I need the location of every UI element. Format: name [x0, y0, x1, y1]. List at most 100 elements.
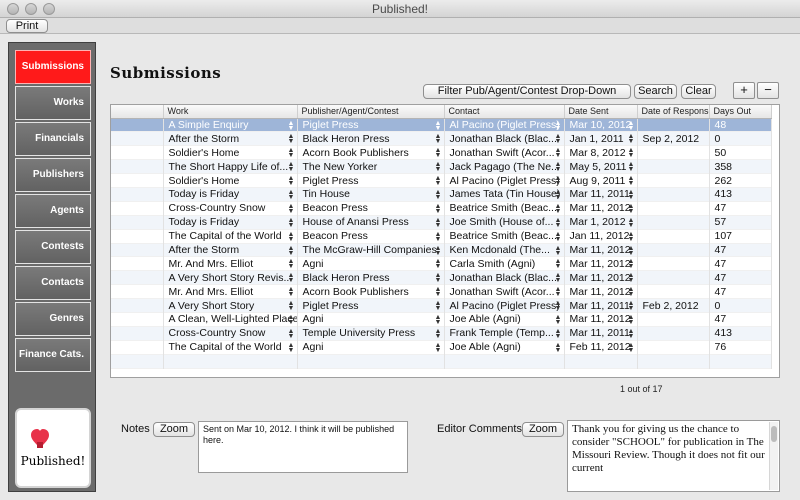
up-down-stepper-icon[interactable]: ▲ ▼ — [555, 217, 562, 229]
table-cell[interactable]: Cross-Country Snow ▲ ▼ — [163, 326, 298, 341]
up-down-stepper-icon[interactable]: ▲ ▼ — [435, 342, 442, 354]
table-row[interactable]: Cross-Country Snow ▲ ▼ Temple University Pr… — [111, 326, 772, 341]
table-cell[interactable]: 358 — [709, 159, 772, 174]
up-down-stepper-icon[interactable]: ▲ ▼ — [628, 147, 635, 159]
table-cell[interactable]: Aug 9, 2011 ▲ ▼ — [564, 173, 638, 188]
table-cell[interactable] — [637, 187, 710, 202]
up-down-stepper-icon[interactable]: ▲ ▼ — [435, 231, 442, 243]
table-cell[interactable]: Jan 1, 2011 ▲ ▼ — [564, 131, 638, 146]
table-cell[interactable] — [637, 145, 710, 160]
sidebar-item-publishers[interactable]: Publishers — [15, 158, 91, 192]
up-down-stepper-icon[interactable]: ▲ ▼ — [555, 286, 562, 298]
table-cell[interactable]: 48 — [709, 118, 772, 132]
up-down-stepper-icon[interactable]: ▲ ▼ — [555, 189, 562, 201]
table-cell[interactable]: 262 — [709, 173, 772, 188]
table-row[interactable]: Soldier's Home ▲ ▼ Acorn Book Publishers ▲ ▼ J… — [111, 145, 772, 160]
up-down-stepper-icon[interactable]: ▲ ▼ — [288, 217, 295, 229]
sidebar-item-finance-cats[interactable]: Finance Cats. — [15, 338, 91, 372]
up-down-stepper-icon[interactable]: ▲ ▼ — [555, 272, 562, 284]
table-row[interactable]: After the Storm ▲ ▼ The McGraw-Hill Compani… — [111, 243, 772, 257]
table-cell[interactable]: Black Heron Press ▲ ▼ — [297, 270, 445, 285]
clear-button[interactable]: Clear — [681, 84, 716, 99]
table-cell[interactable]: 47 — [709, 256, 772, 271]
table-cell[interactable]: Feb 11, 2012 ▲ ▼ — [564, 340, 638, 355]
table-row[interactable]: The Capital of the World ▲ ▼ Agni ▲ ▼ Joe Able… — [111, 340, 772, 355]
table-cell[interactable] — [637, 159, 710, 174]
table-row[interactable]: A Simple Enquiry ▲ ▼ Piglet Press ▲ ▼ Al Pacin… — [111, 118, 772, 132]
table-cell[interactable]: 47 — [709, 201, 772, 216]
up-down-stepper-icon[interactable]: ▲ ▼ — [628, 286, 635, 298]
up-down-stepper-icon[interactable]: ▲ ▼ — [555, 245, 562, 257]
up-down-stepper-icon[interactable]: ▲ ▼ — [288, 245, 295, 257]
column-header-contact[interactable]: Contact — [444, 105, 565, 119]
table-row[interactable]: A Clean, Well-Lighted Place ▲ ▼ Agni ▲ ▼ Joe A… — [111, 312, 772, 327]
table-cell[interactable]: James Tata (Tin House) ▲ ▼ — [444, 187, 565, 202]
up-down-stepper-icon[interactable]: ▲ ▼ — [555, 342, 562, 354]
table-cell[interactable] — [637, 326, 710, 341]
table-cell[interactable]: Temple University Press ▲ ▼ — [297, 326, 445, 341]
up-down-stepper-icon[interactable]: ▲ ▼ — [628, 342, 635, 354]
table-cell[interactable]: Al Pacino (Piglet Press) ▲ ▼ — [444, 298, 565, 313]
table-cell[interactable]: The New Yorker ▲ ▼ — [297, 159, 445, 174]
column-header-publisher[interactable]: Publisher/Agent/Contest — [297, 105, 445, 119]
filter-dropdown-button[interactable]: Filter Pub/Agent/Contest Drop-Down — [423, 84, 631, 99]
table-cell[interactable]: Frank Temple (Temp... ▲ ▼ — [444, 326, 565, 341]
table-cell[interactable]: Piglet Press ▲ ▼ — [297, 173, 445, 188]
table-cell[interactable]: 0 — [709, 298, 772, 313]
remove-record-button[interactable]: − — [757, 82, 779, 99]
up-down-stepper-icon[interactable]: ▲ ▼ — [435, 258, 442, 270]
up-down-stepper-icon[interactable]: ▲ ▼ — [435, 203, 442, 215]
table-cell[interactable]: Mar 11, 2011 ▲ ▼ — [564, 187, 638, 202]
table-cell[interactable] — [637, 118, 710, 132]
table-cell[interactable]: A Simple Enquiry ▲ ▼ — [163, 118, 298, 132]
sidebar-item-agents[interactable]: Agents — [15, 194, 91, 228]
up-down-stepper-icon[interactable]: ▲ ▼ — [628, 258, 635, 270]
table-cell[interactable]: Acorn Book Publishers ▲ ▼ — [297, 284, 445, 299]
table-cell[interactable]: The McGraw-Hill Companies ▲ ▼ — [297, 243, 445, 257]
up-down-stepper-icon[interactable]: ▲ ▼ — [628, 245, 635, 257]
table-cell[interactable]: 47 — [709, 284, 772, 299]
table-row[interactable]: After the Storm ▲ ▼ Black Heron Press ▲ ▼ Jona… — [111, 131, 772, 146]
table-cell[interactable]: Al Pacino (Piglet Press) ▲ ▼ — [444, 173, 565, 188]
search-button[interactable]: Search — [634, 84, 677, 99]
table-cell[interactable]: A Very Short Story ▲ ▼ — [163, 298, 298, 313]
up-down-stepper-icon[interactable]: ▲ ▼ — [288, 314, 295, 326]
table-cell[interactable]: 50 — [709, 145, 772, 160]
table-cell[interactable]: 47 — [709, 312, 772, 327]
up-down-stepper-icon[interactable]: ▲ ▼ — [435, 217, 442, 229]
table-cell[interactable]: Beatrice Smith (Beac... ▲ ▼ — [444, 229, 565, 244]
table-cell[interactable]: Cross-Country Snow ▲ ▼ — [163, 201, 298, 216]
table-cell[interactable]: 47 — [709, 243, 772, 257]
notes-zoom-button[interactable]: Zoom — [153, 422, 195, 437]
up-down-stepper-icon[interactable]: ▲ ▼ — [628, 314, 635, 326]
sidebar-item-contests[interactable]: Contests — [15, 230, 91, 264]
sidebar-item-works[interactable]: Works — [15, 86, 91, 120]
up-down-stepper-icon[interactable]: ▲ ▼ — [435, 175, 442, 187]
table-cell[interactable]: The Capital of the World ▲ ▼ — [163, 229, 298, 244]
table-cell[interactable]: Black Heron Press ▲ ▼ — [297, 131, 445, 146]
table-cell[interactable]: Jonathan Black (Blac... ▲ ▼ — [444, 270, 565, 285]
table-row[interactable]: Today is Friday ▲ ▼ Tin House ▲ ▼ James Tata (… — [111, 187, 772, 202]
table-cell[interactable]: Agni ▲ ▼ — [297, 340, 445, 355]
table-cell[interactable]: Acorn Book Publishers ▲ ▼ — [297, 145, 445, 160]
up-down-stepper-icon[interactable]: ▲ ▼ — [288, 203, 295, 215]
table-cell[interactable]: Jonathan Swift (Acor... ▲ ▼ — [444, 284, 565, 299]
table-cell[interactable]: A Very Short Story Revis... ▲ ▼ — [163, 270, 298, 285]
table-cell[interactable]: May 5, 2011 ▲ ▼ — [564, 159, 638, 174]
table-cell[interactable]: Mar 11, 2012 ▲ ▼ — [564, 284, 638, 299]
table-cell[interactable]: Sep 2, 2012 — [637, 131, 710, 146]
up-down-stepper-icon[interactable]: ▲ ▼ — [288, 328, 295, 340]
table-row[interactable]: A Very Short Story Revis... ▲ ▼ Black Heron… — [111, 270, 772, 285]
submissions-table[interactable]: Work Publisher/Agent/Contest Contact Dat… — [110, 104, 780, 378]
table-row[interactable]: Cross-Country Snow ▲ ▼ Beacon Press ▲ ▼ Beatri… — [111, 201, 772, 216]
editor-comments-scrollbar[interactable] — [769, 422, 778, 490]
table-cell[interactable]: Mar 11, 2012 ▲ ▼ — [564, 243, 638, 257]
print-button[interactable]: Print — [6, 19, 48, 33]
table-cell[interactable]: After the Storm ▲ ▼ — [163, 131, 298, 146]
table-cell[interactable] — [637, 201, 710, 216]
table-cell[interactable]: 413 — [709, 187, 772, 202]
table-cell[interactable]: Mar 11, 2012 ▲ ▼ — [564, 256, 638, 271]
table-cell[interactable] — [637, 270, 710, 285]
table-cell[interactable]: Mar 11, 2011 ▲ ▼ — [564, 298, 638, 313]
sidebar-item-contacts[interactable]: Contacts — [15, 266, 91, 300]
